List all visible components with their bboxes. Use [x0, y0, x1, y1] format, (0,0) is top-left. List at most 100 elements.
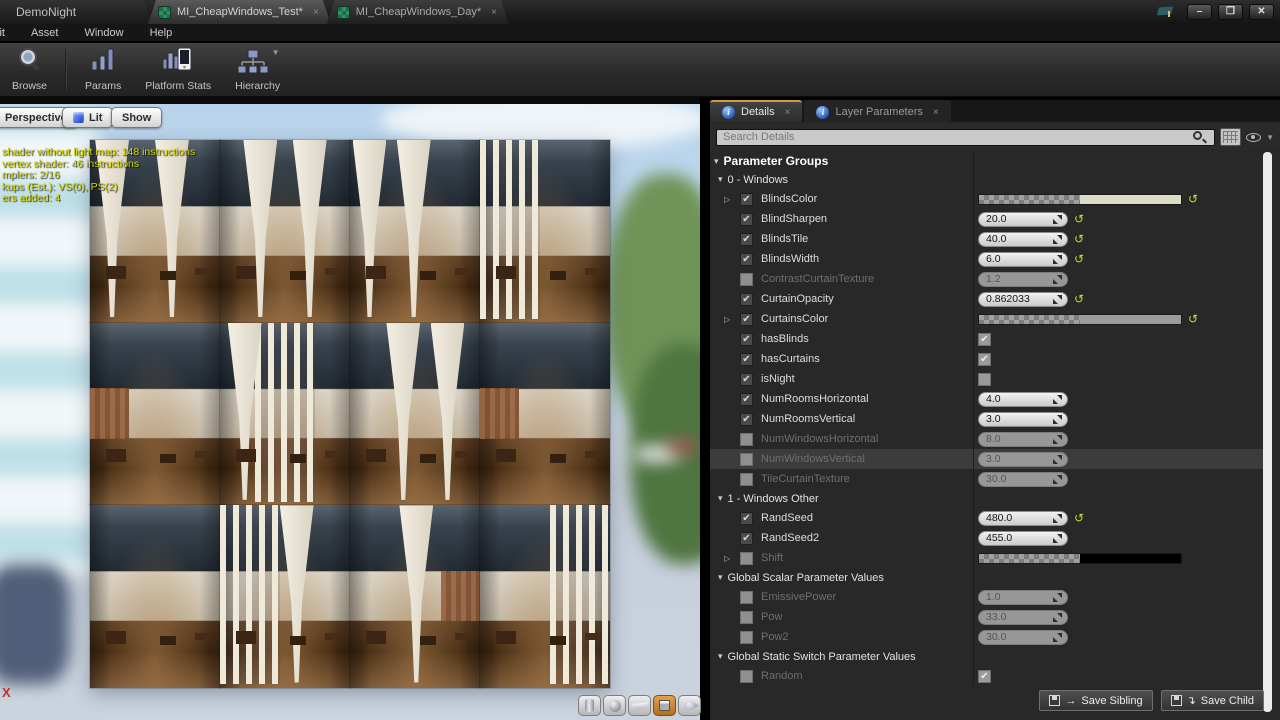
override-checkbox[interactable]: [740, 611, 753, 624]
color-swatch-bar[interactable]: [978, 314, 1182, 325]
expand-triangle-icon[interactable]: ▷: [724, 315, 740, 324]
value-input[interactable]: 20.0: [978, 212, 1068, 227]
value-input[interactable]: 6.0: [978, 252, 1068, 267]
restore-button[interactable]: ❐: [1218, 4, 1243, 20]
override-checkbox[interactable]: ✔: [740, 213, 753, 226]
override-checkbox[interactable]: ✔: [740, 393, 753, 406]
preview-shape-cylinder-button[interactable]: [578, 695, 601, 716]
reset-to-default-icon[interactable]: ↺: [1074, 234, 1084, 244]
preview-viewport[interactable]: Perspective Lit Show shader without ligh…: [0, 97, 700, 720]
value-input[interactable]: 30.0: [978, 472, 1068, 487]
group-header-global-static-switch-parameter-values[interactable]: ▾Global Static Switch Parameter Values: [710, 647, 1266, 666]
override-checkbox[interactable]: ✔: [740, 512, 753, 525]
chevron-down-icon[interactable]: ▼: [1266, 133, 1274, 142]
value-input[interactable]: 3.0: [978, 452, 1068, 467]
value-input[interactable]: 1.2: [978, 272, 1068, 287]
preview-shape-teapot-button[interactable]: [678, 695, 701, 716]
close-icon[interactable]: ×: [313, 7, 319, 18]
tab-details[interactable]: i Details ×: [710, 100, 802, 122]
asset-tab-mi-cheapwindows-test[interactable]: MI_CheapWindows_Test* ×: [148, 0, 331, 24]
toolbar-button-label: Browse: [12, 80, 47, 92]
value-input[interactable]: 3.0: [978, 412, 1068, 427]
preview-shape-cube-button[interactable]: [653, 695, 676, 716]
tab-layer-parameters[interactable]: i Layer Parameters ×: [804, 100, 950, 122]
tutorial-cap-icon[interactable]: [1157, 7, 1173, 17]
menu-window[interactable]: Window: [71, 27, 136, 39]
reset-to-default-icon[interactable]: ↺: [1074, 254, 1084, 264]
close-button[interactable]: ✕: [1249, 4, 1274, 20]
close-icon[interactable]: ×: [491, 7, 497, 18]
override-checkbox[interactable]: [740, 473, 753, 486]
expand-triangle-icon[interactable]: ▷: [724, 554, 740, 563]
override-checkbox[interactable]: ✔: [740, 313, 753, 326]
value-input[interactable]: 8.0: [978, 432, 1068, 447]
close-icon[interactable]: ×: [933, 107, 939, 118]
override-checkbox[interactable]: ✔: [740, 413, 753, 426]
close-icon[interactable]: ×: [785, 107, 791, 118]
override-checkbox[interactable]: [740, 453, 753, 466]
search-input[interactable]: [716, 129, 1215, 146]
display-options-grid-icon[interactable]: [1220, 128, 1241, 146]
show-button[interactable]: Show: [111, 107, 162, 128]
wood-wall: [441, 571, 480, 621]
override-checkbox[interactable]: ✔: [740, 333, 753, 346]
toolbar-button-platform-stats[interactable]: Platform Stats: [133, 43, 223, 96]
reset-to-default-icon[interactable]: ↺: [1188, 194, 1198, 204]
override-checkbox[interactable]: [740, 273, 753, 286]
save-child-button[interactable]: ↴ Save Child: [1161, 690, 1264, 711]
value-input[interactable]: 4.0: [978, 392, 1068, 407]
preview-shape-plane-button[interactable]: [628, 695, 651, 716]
override-checkbox[interactable]: ✔: [740, 373, 753, 386]
override-checkbox[interactable]: [740, 433, 753, 446]
minimize-button[interactable]: –: [1187, 4, 1212, 20]
parameter-groups-header[interactable]: ▾ Parameter Groups: [710, 152, 1266, 170]
override-checkbox[interactable]: ✔: [740, 353, 753, 366]
group-header-1-windows-other[interactable]: ▾1 - Windows Other: [710, 489, 1266, 508]
menu-asset[interactable]: Asset: [18, 27, 72, 39]
override-checkbox[interactable]: ✔: [740, 253, 753, 266]
override-checkbox[interactable]: [740, 591, 753, 604]
group-header-global-scalar-parameter-values[interactable]: ▾Global Scalar Parameter Values: [710, 568, 1266, 587]
save-sibling-button[interactable]: → Save Sibling: [1039, 690, 1152, 711]
view-options-eye-icon[interactable]: [1246, 133, 1261, 142]
lit-mode-button[interactable]: Lit: [62, 107, 113, 128]
menu-edit[interactable]: Edit: [0, 27, 18, 39]
reset-to-default-icon[interactable]: ↺: [1188, 314, 1198, 324]
override-checkbox[interactable]: ✔: [740, 193, 753, 206]
value-input[interactable]: 1.0: [978, 590, 1068, 605]
value-input[interactable]: 0.862033: [978, 292, 1068, 307]
chevron-down-icon[interactable]: ▼: [272, 48, 280, 78]
override-checkbox[interactable]: ✔: [740, 293, 753, 306]
toolbar-button-params[interactable]: Params: [73, 43, 133, 96]
group-header-0-windows[interactable]: ▾0 - Windows: [710, 170, 1266, 189]
value-checkbox[interactable]: ✔: [978, 353, 991, 366]
toolbar-button-browse[interactable]: Browse: [0, 43, 59, 96]
value-input[interactable]: 480.0: [978, 511, 1068, 526]
reset-to-default-icon[interactable]: ↺: [1074, 513, 1084, 523]
override-checkbox[interactable]: ✔: [740, 532, 753, 545]
color-swatch-bar[interactable]: [978, 553, 1182, 564]
scrollbar-thumb[interactable]: [1263, 152, 1272, 712]
expand-triangle-icon[interactable]: ▷: [724, 195, 740, 204]
menu-help[interactable]: Help: [137, 27, 186, 39]
param-label: RandSeed: [761, 512, 813, 524]
value-input[interactable]: 455.0: [978, 531, 1068, 546]
override-checkbox[interactable]: [740, 670, 753, 683]
preview-shape-sphere-button[interactable]: [603, 695, 626, 716]
asset-tab-mi-cheapwindows-day[interactable]: MI_CheapWindows_Day* ×: [327, 0, 509, 24]
value-checkbox[interactable]: ✔: [978, 333, 991, 346]
override-checkbox[interactable]: ✔: [740, 233, 753, 246]
toolbar-button-hierarchy[interactable]: ▼Hierarchy: [223, 43, 292, 96]
reset-to-default-icon[interactable]: ↺: [1074, 294, 1084, 304]
reset-to-default-icon[interactable]: ↺: [1074, 214, 1084, 224]
override-checkbox[interactable]: [740, 552, 753, 565]
value-checkbox[interactable]: [978, 373, 991, 386]
param-label: NumRoomsHorizontal: [761, 393, 869, 405]
value-checkbox[interactable]: ✔: [978, 670, 991, 683]
value-input[interactable]: 30.0: [978, 630, 1068, 645]
value-input[interactable]: 40.0: [978, 232, 1068, 247]
app-window-tab[interactable]: DemoNight: [0, 0, 152, 24]
override-checkbox[interactable]: [740, 631, 753, 644]
value-input[interactable]: 33.0: [978, 610, 1068, 625]
color-swatch-bar[interactable]: [978, 194, 1182, 205]
